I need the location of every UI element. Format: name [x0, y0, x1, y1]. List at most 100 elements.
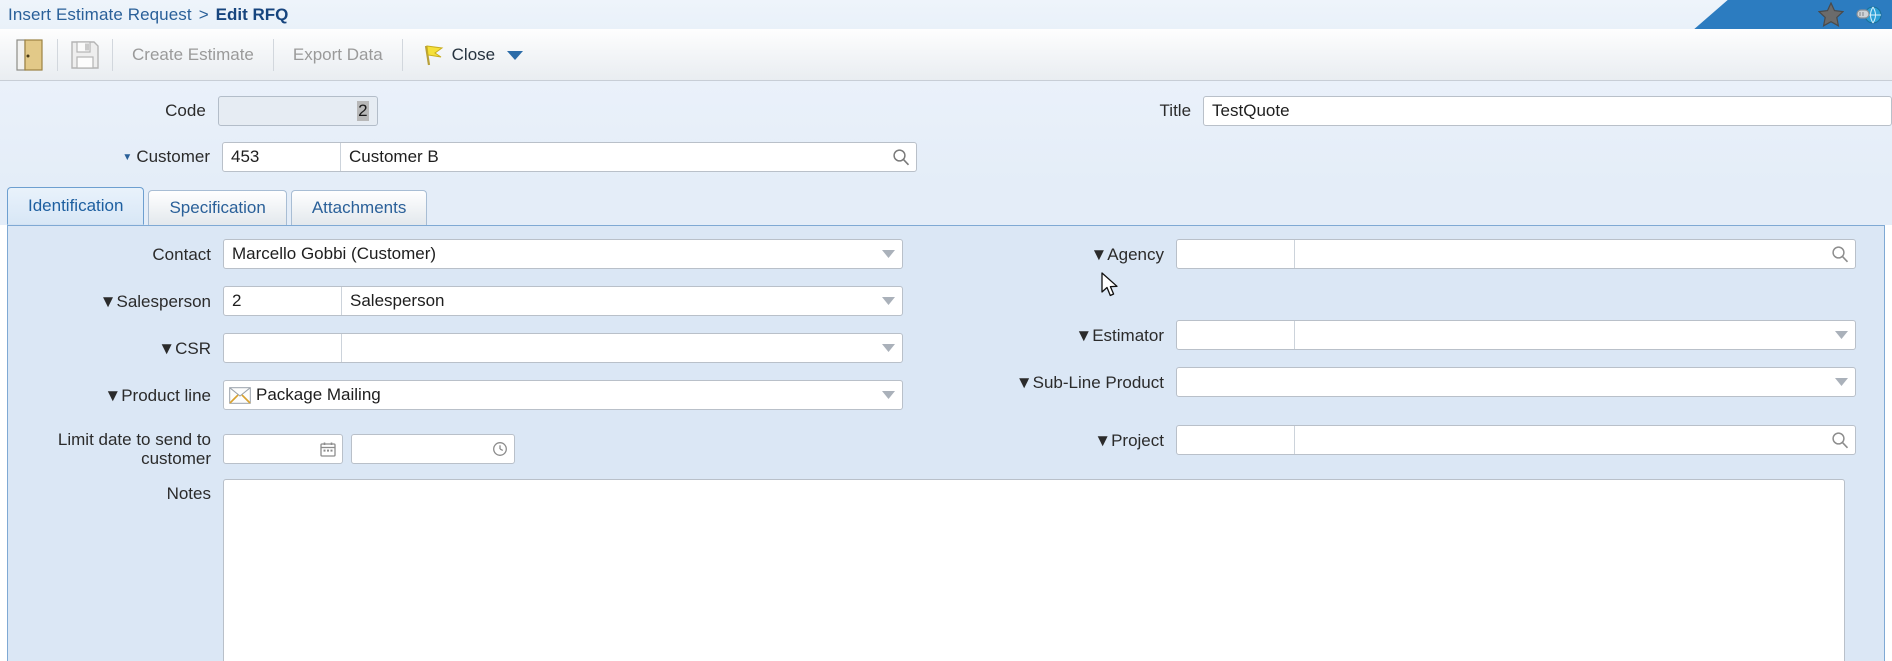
- chevron-down-icon[interactable]: [507, 50, 524, 60]
- agency-name-value[interactable]: [1295, 240, 1825, 268]
- customer-caret-icon[interactable]: ▼: [122, 152, 132, 163]
- chevron-down-icon[interactable]: [1827, 321, 1855, 349]
- tab-identification[interactable]: Identification: [7, 187, 145, 225]
- calendar-icon[interactable]: [320, 441, 336, 457]
- title-label: Title: [1159, 101, 1192, 120]
- subline-product-field[interactable]: [1176, 367, 1856, 397]
- breadcrumb-bar: Insert Estimate Request > Edit RFQ: [0, 0, 1892, 29]
- csr-code-value[interactable]: [224, 334, 342, 362]
- csr-field[interactable]: [223, 333, 903, 363]
- product-line-label: ▼Product line: [104, 385, 211, 405]
- limit-date-row: Limit date to send to customer: [8, 426, 946, 472]
- csr-label: ▼CSR: [158, 338, 211, 358]
- product-line-row: ▼Product line Package Mailing: [8, 379, 946, 411]
- contact-value[interactable]: Marcello Gobbi (Customer): [224, 240, 874, 268]
- close-button[interactable]: Close: [406, 33, 539, 77]
- save-disk-icon[interactable]: [61, 33, 109, 77]
- project-name-value[interactable]: [1295, 426, 1825, 454]
- globe-link-icon[interactable]: [1854, 2, 1882, 27]
- toolbar-separator: [272, 38, 274, 71]
- clock-icon[interactable]: [492, 441, 508, 457]
- project-field[interactable]: [1176, 425, 1856, 455]
- project-code-value[interactable]: [1177, 426, 1295, 454]
- chevron-down-icon[interactable]: [874, 381, 902, 409]
- title-field[interactable]: TestQuote: [1203, 96, 1892, 126]
- breadcrumb-separator: >: [198, 4, 209, 24]
- notes-label: Notes: [166, 484, 211, 503]
- chevron-down-icon[interactable]: [874, 334, 902, 362]
- agency-caret-icon[interactable]: ▼: [1090, 245, 1107, 264]
- customer-label: ▼ Customer: [122, 147, 210, 166]
- notes-row: Notes: [8, 479, 1884, 661]
- notes-textarea[interactable]: [223, 479, 1845, 661]
- estimator-code-value[interactable]: [1177, 321, 1295, 349]
- salesperson-caret-icon[interactable]: ▼: [100, 292, 117, 311]
- tab-specification[interactable]: Specification: [148, 190, 287, 225]
- customer-code-value[interactable]: 453: [223, 143, 341, 171]
- subline-caret-icon[interactable]: ▼: [1016, 373, 1033, 392]
- estimator-name-value[interactable]: [1295, 321, 1827, 349]
- product-line-field[interactable]: Package Mailing: [223, 380, 903, 410]
- estimator-row: ▼Estimator: [946, 319, 1884, 351]
- contact-label: Contact: [152, 244, 211, 264]
- customer-name-value[interactable]: Customer B: [341, 143, 886, 171]
- breadcrumb-current: Edit RFQ: [215, 4, 289, 24]
- code-title-row: Code 2 Title TestQuote: [0, 93, 1892, 129]
- code-field[interactable]: 2: [217, 96, 378, 126]
- agency-field[interactable]: [1176, 239, 1856, 269]
- subline-product-row: ▼Sub-Line Product: [946, 366, 1884, 398]
- right-column: ▼Agency ▼Estimator ▼Sub-Line Product ▼Pr…: [946, 238, 1884, 487]
- estimator-caret-icon[interactable]: ▼: [1075, 326, 1092, 345]
- corner-ribbon: [1692, 0, 1892, 29]
- project-caret-icon[interactable]: ▼: [1094, 431, 1111, 450]
- search-icon[interactable]: [1825, 426, 1855, 454]
- agency-code-value[interactable]: [1177, 240, 1295, 268]
- estimator-field[interactable]: [1176, 320, 1856, 350]
- star-icon[interactable]: [1818, 2, 1844, 27]
- project-row: ▼Project: [946, 424, 1884, 456]
- identification-panel: Contact Marcello Gobbi (Customer) ▼Sales…: [7, 225, 1885, 661]
- limit-date-label: Limit date to send to customer: [57, 430, 211, 468]
- limit-time-input[interactable]: [351, 434, 515, 464]
- search-icon[interactable]: [886, 143, 916, 171]
- contact-field[interactable]: Marcello Gobbi (Customer): [223, 239, 903, 269]
- left-column: Contact Marcello Gobbi (Customer) ▼Sales…: [8, 238, 946, 487]
- toolbar-separator: [401, 38, 403, 71]
- code-value: 2: [357, 101, 369, 121]
- chevron-down-icon[interactable]: [874, 287, 902, 315]
- salesperson-label: ▼Salesperson: [99, 291, 211, 311]
- customer-row: ▼ Customer 453 Customer B: [0, 139, 1892, 175]
- agency-row: ▼Agency: [946, 238, 1884, 270]
- subline-product-value[interactable]: [1177, 368, 1827, 396]
- exit-door-icon[interactable]: [6, 33, 54, 77]
- salesperson-row: ▼Salesperson 2 Salesperson: [8, 285, 946, 317]
- estimator-label: ▼Estimator: [1075, 325, 1164, 345]
- agency-label: ▼Agency: [1090, 244, 1164, 264]
- yellow-flag-icon: [422, 43, 444, 67]
- envelope-icon: [224, 386, 252, 404]
- csr-caret-icon[interactable]: ▼: [158, 339, 175, 358]
- chevron-down-icon[interactable]: [874, 240, 902, 268]
- tab-attachments[interactable]: Attachments: [290, 190, 428, 225]
- salesperson-name-value[interactable]: Salesperson: [342, 287, 874, 315]
- csr-name-value[interactable]: [342, 334, 874, 362]
- salesperson-code-value[interactable]: 2: [224, 287, 342, 315]
- close-button-label: Close: [451, 44, 496, 64]
- product-line-value[interactable]: Package Mailing: [252, 381, 874, 409]
- product-line-caret-icon[interactable]: ▼: [104, 386, 121, 405]
- panel-columns: Contact Marcello Gobbi (Customer) ▼Sales…: [8, 226, 1884, 487]
- main-toolbar: Create Estimate Export Data Close: [0, 29, 1892, 81]
- export-data-button[interactable]: Export Data: [277, 33, 399, 77]
- customer-field[interactable]: 453 Customer B: [222, 142, 917, 172]
- project-label: ▼Project: [1094, 430, 1164, 450]
- title-value: TestQuote: [1212, 101, 1290, 120]
- chevron-down-icon[interactable]: [1827, 368, 1855, 396]
- limit-date-input[interactable]: [223, 434, 343, 464]
- search-icon[interactable]: [1825, 240, 1855, 268]
- tab-strip: Identification Specification Attachments: [0, 185, 1892, 225]
- breadcrumb-parent-link[interactable]: Insert Estimate Request: [8, 5, 192, 25]
- create-estimate-button[interactable]: Create Estimate: [116, 33, 270, 77]
- toolbar-separator: [112, 38, 113, 71]
- subline-product-label: ▼Sub-Line Product: [1015, 372, 1164, 392]
- salesperson-field[interactable]: 2 Salesperson: [223, 286, 903, 316]
